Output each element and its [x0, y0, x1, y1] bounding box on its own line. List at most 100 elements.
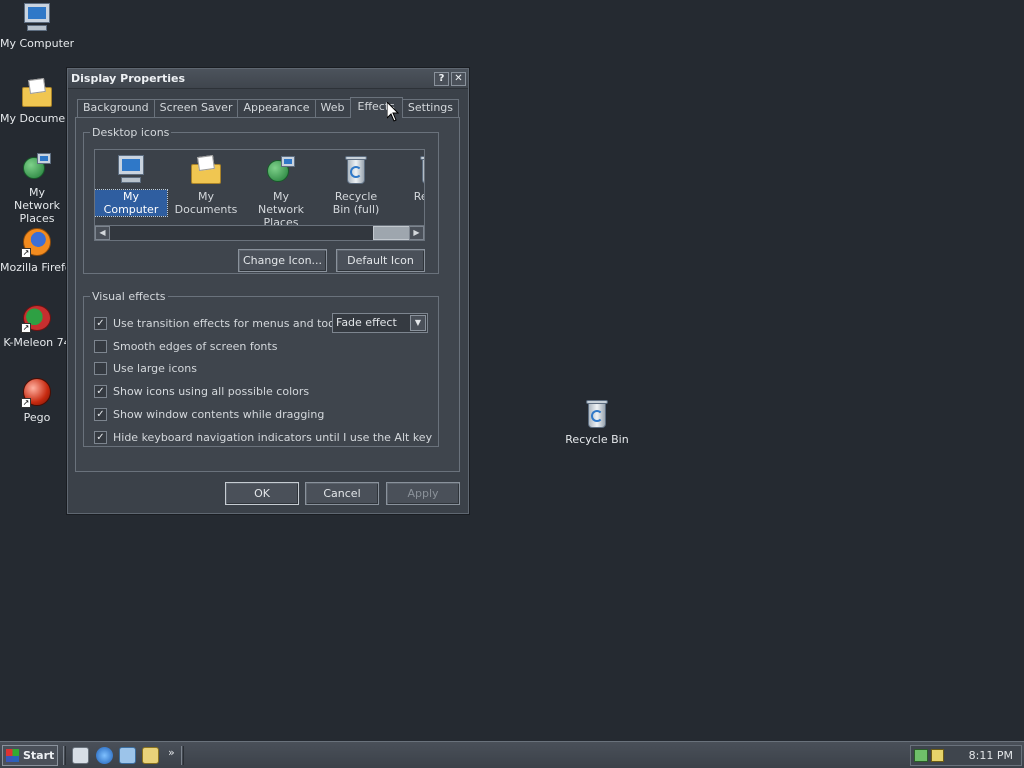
shortcut-arrow-icon: ↗ [21, 323, 31, 333]
quicklaunch-more-chevron-icon[interactable]: » [168, 746, 175, 759]
start-label: Start [23, 749, 55, 762]
desktop-icon-pego[interactable]: ↗ Pego [0, 376, 74, 424]
title-bar[interactable]: Display Properties ? ✕ [68, 69, 468, 89]
option-transition-effects[interactable]: ✓ Use transition effects for menus and t… [94, 315, 358, 331]
shortcut-arrow-icon: ↗ [21, 398, 31, 408]
recycle-bin-icon [581, 398, 613, 430]
k-meleon-icon: ↗ [21, 301, 53, 333]
windows-flag-icon [6, 749, 19, 762]
tab-strip: Background Screen Saver Appearance Web E… [77, 97, 460, 118]
option-window-contents-dragging[interactable]: ✓ Show window contents while dragging [94, 406, 324, 422]
checkbox-checked[interactable]: ✓ [94, 316, 107, 330]
desktop-icon-k-meleon[interactable]: ↗ K-Meleon 74 [0, 301, 74, 349]
list-item-label: My Network Places [258, 190, 304, 229]
desktop-icon-my-computer[interactable]: My Computer [0, 2, 74, 50]
change-icon-button[interactable]: Change Icon... [238, 249, 327, 272]
list-item-recycle-bin-empty[interactable]: Rec (e [395, 154, 424, 203]
option-hide-keyboard-indicators[interactable]: ✓ Hide keyboard navigation indicators un… [94, 429, 432, 445]
tab-screen-saver[interactable]: Screen Saver [153, 99, 239, 117]
tray-app-icon[interactable] [931, 749, 944, 762]
desktop-icon-label: My Documents [0, 112, 74, 125]
tab-web[interactable]: Web [314, 99, 351, 117]
horizontal-scrollbar[interactable]: ◀ ▶ [95, 225, 424, 240]
recycle-bin-full-icon [340, 154, 372, 186]
option-large-icons[interactable]: Use large icons [94, 360, 197, 376]
show-desktop-icon[interactable] [72, 747, 89, 764]
internet-explorer-icon[interactable] [96, 747, 113, 764]
list-item-label: My Documents [174, 190, 238, 216]
list-item-label: Rec (e [413, 190, 424, 203]
desktop-icon-label: My Network Places [14, 186, 60, 225]
default-icon-button[interactable]: Default Icon [336, 249, 425, 272]
list-item-label: Recycle Bin (full) [332, 190, 380, 216]
network-places-icon [265, 154, 297, 186]
list-item-my-documents[interactable]: My Documents [170, 154, 242, 216]
desktop-icon-my-documents[interactable]: My Documents [0, 77, 74, 125]
window-title: Display Properties [71, 72, 186, 85]
documents-folder-icon [21, 77, 53, 109]
tab-settings[interactable]: Settings [401, 99, 460, 117]
pego-icon: ↗ [21, 376, 53, 408]
checkbox-unchecked[interactable] [94, 361, 107, 375]
checkbox-unchecked[interactable] [94, 339, 107, 353]
documents-folder-icon [190, 154, 222, 186]
option-label: Use transition effects for menus and too… [113, 316, 359, 330]
tab-appearance[interactable]: Appearance [237, 99, 316, 117]
computer-icon [115, 154, 147, 186]
desktop-icons-group: Desktop icons My Computer My Documents M… [83, 126, 439, 274]
option-all-colors[interactable]: ✓ Show icons using all possible colors [94, 383, 309, 399]
folder-search-icon[interactable] [142, 747, 159, 764]
checkbox-checked[interactable]: ✓ [94, 384, 107, 398]
network-tray-icon[interactable] [914, 749, 928, 762]
ok-button[interactable]: OK [225, 482, 299, 505]
tab-background[interactable]: Background [77, 99, 155, 117]
checkbox-checked[interactable]: ✓ [94, 407, 107, 421]
taskbar-separator [63, 746, 66, 765]
desktop-icons-list[interactable]: My Computer My Documents My Network Plac… [94, 149, 425, 241]
clock[interactable]: 8:11 PM [969, 749, 1013, 762]
list-item-label: My Computer [95, 189, 168, 217]
taskbar-separator [181, 746, 184, 765]
desktop-icon-label: My Computer [0, 37, 74, 50]
option-label: Use large icons [113, 361, 197, 375]
display-properties-window: Display Properties ? ✕ Background Screen… [67, 68, 469, 514]
apply-button[interactable]: Apply [386, 482, 460, 505]
system-tray: 8:11 PM [910, 745, 1022, 766]
computer-icon [21, 2, 53, 34]
scroll-left-arrow-icon[interactable]: ◀ [95, 226, 110, 240]
scroll-right-arrow-icon[interactable]: ▶ [409, 226, 424, 240]
visual-effects-legend: Visual effects [92, 290, 166, 303]
transition-effect-select[interactable]: Fade effect ▼ [332, 313, 428, 333]
visual-effects-group: Visual effects ✓ Use transition effects … [83, 290, 439, 447]
option-label: Show icons using all possible colors [113, 384, 310, 398]
close-button[interactable]: ✕ [451, 71, 466, 86]
option-label: Smooth edges of screen fonts [113, 339, 278, 353]
firefox-icon: ↗ [21, 226, 53, 258]
desktop-icon-my-network-places[interactable]: My Network Places [0, 151, 74, 225]
taskbar: Start » 8:11 PM [0, 741, 1024, 768]
help-button[interactable]: ? [434, 71, 449, 86]
desktop-icons-legend: Desktop icons [92, 126, 170, 139]
desktop-icon-label: Recycle Bin [565, 433, 629, 446]
select-value: Fade effect [336, 316, 397, 329]
recycle-bin-empty-icon [415, 154, 424, 186]
list-item-recycle-bin-full[interactable]: Recycle Bin (full) [320, 154, 392, 216]
desktop-icon-mozilla-firefox[interactable]: ↗ Mozilla Firefox [0, 226, 74, 274]
windows-explorer-icon[interactable] [119, 747, 136, 764]
option-label: Hide keyboard navigation indicators unti… [113, 430, 433, 444]
option-label: Show window contents while dragging [113, 407, 325, 421]
option-smooth-edges[interactable]: Smooth edges of screen fonts [94, 338, 277, 354]
desktop-icon-label: Mozilla Firefox [0, 261, 74, 274]
desktop-icon-label: K-Meleon 74 [3, 336, 71, 349]
checkbox-checked[interactable]: ✓ [94, 430, 107, 444]
desktop-icon-label: Pego [23, 411, 51, 424]
list-item-my-network-places[interactable]: My Network Places [245, 154, 317, 229]
network-places-icon [21, 151, 53, 183]
desktop-icon-recycle-bin[interactable]: Recycle Bin [560, 398, 634, 446]
list-item-my-computer[interactable]: My Computer [95, 154, 168, 217]
cancel-button[interactable]: Cancel [305, 482, 379, 505]
scroll-thumb[interactable] [373, 226, 411, 240]
start-button[interactable]: Start [2, 745, 58, 766]
shortcut-arrow-icon: ↗ [21, 248, 31, 258]
dropdown-arrow-icon[interactable]: ▼ [410, 315, 426, 331]
